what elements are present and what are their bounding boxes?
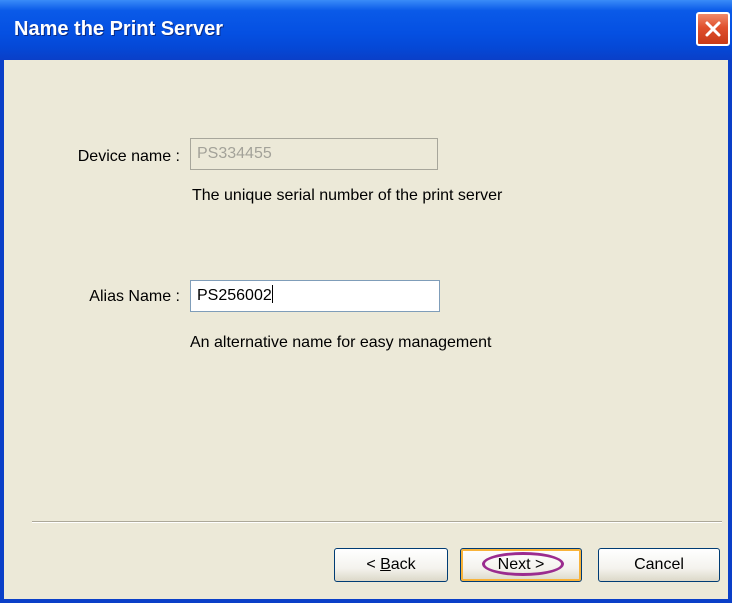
close-icon bbox=[705, 21, 721, 37]
alias-name-hint: An alternative name for easy management bbox=[190, 334, 492, 351]
cancel-button[interactable]: Cancel bbox=[598, 548, 720, 582]
alias-name-input[interactable]: PS256002 bbox=[190, 280, 440, 312]
back-button-rest: ack bbox=[390, 556, 416, 573]
device-name-field: PS334455 bbox=[190, 138, 438, 170]
cancel-button-label: Cancel bbox=[634, 556, 684, 573]
print-server-dialog: Name the Print Server Device name : PS33… bbox=[0, 0, 732, 603]
title-bar[interactable]: Name the Print Server bbox=[0, 0, 732, 60]
close-button[interactable] bbox=[696, 12, 730, 46]
button-separator bbox=[32, 521, 722, 523]
next-button-label: Next > bbox=[497, 556, 545, 573]
next-button-content: Next > bbox=[481, 552, 564, 576]
device-name-label: Device name : bbox=[77, 148, 180, 165]
alias-name-label: Alias Name : bbox=[89, 288, 180, 305]
next-button[interactable]: Next > bbox=[460, 548, 582, 582]
back-button-prefix: < bbox=[366, 556, 381, 573]
back-button-mnemonic: B bbox=[380, 556, 391, 573]
back-button[interactable]: < Back bbox=[334, 548, 448, 582]
window-title: Name the Print Server bbox=[14, 18, 223, 40]
device-name-value: PS334455 bbox=[197, 145, 272, 162]
alias-name-value: PS256002 bbox=[197, 287, 272, 304]
text-caret bbox=[271, 285, 273, 303]
device-name-hint: The unique serial number of the print se… bbox=[192, 187, 503, 204]
